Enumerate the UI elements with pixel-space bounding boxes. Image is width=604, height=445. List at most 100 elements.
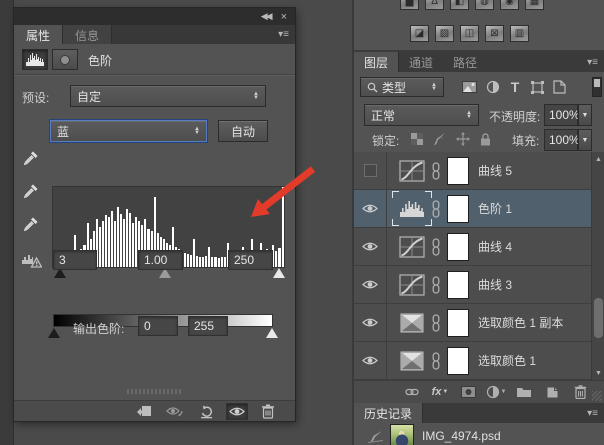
tab-paths[interactable]: 路径 [443, 52, 487, 72]
layer-visibility-toggle[interactable] [354, 228, 387, 265]
adjustment-thumbnail[interactable] [397, 234, 427, 259]
filter-smart-objects-icon[interactable] [550, 78, 568, 96]
layer-row[interactable]: 色阶 1 [354, 190, 593, 228]
layer-visibility-toggle[interactable] [354, 190, 387, 227]
filter-pixel-layers-icon[interactable] [460, 78, 478, 96]
adjustment-preset-invert-icon[interactable]: ◪ [410, 25, 429, 42]
adjustment-preset-selective-color-icon[interactable]: ▥ [510, 25, 529, 42]
fill-dropdown-arrow[interactable]: ▼ [578, 129, 592, 151]
panel-menu-icon[interactable]: ▾≡ [587, 403, 604, 423]
adjustment-preset-photo-filter-icon[interactable]: ◍ [475, 0, 494, 10]
tab-info[interactable]: 信息 [63, 25, 112, 44]
levels-glyph-button[interactable] [22, 49, 48, 70]
refresh-histogram-icon[interactable] [22, 252, 42, 268]
mask-link-icon[interactable] [431, 276, 441, 294]
adjustment-preset-black-white-icon[interactable]: ◧ [450, 0, 469, 10]
opacity-dropdown-arrow[interactable]: ▼ [578, 104, 592, 126]
adjustment-thumbnail[interactable] [397, 272, 427, 297]
new-group-icon[interactable] [512, 383, 536, 401]
dock-resize-grip[interactable] [592, 391, 602, 401]
mask-link-icon[interactable] [431, 352, 441, 370]
layer-mask-thumbnail[interactable] [447, 347, 469, 375]
layer-mask-thumbnail[interactable] [447, 157, 469, 185]
filter-type-layers-icon[interactable]: T [506, 78, 524, 96]
output-highlight-slider[interactable] [266, 328, 278, 338]
black-point-eyedropper-icon[interactable] [20, 148, 40, 168]
layer-visibility-toggle[interactable] [354, 266, 387, 303]
layer-row[interactable]: 选取颜色 1 副本 [354, 304, 593, 342]
layer-name[interactable]: 曲线 4 [478, 238, 512, 255]
panel-menu-icon[interactable]: ▾≡ [587, 52, 604, 72]
output-shadow-field[interactable] [138, 316, 178, 336]
adjustment-thumbnail[interactable] [397, 310, 427, 335]
fill-value-box[interactable]: 100% [544, 129, 578, 151]
tab-properties[interactable]: 属性 [14, 25, 63, 44]
layer-row[interactable]: 选取颜色 1 [354, 342, 593, 380]
adjustment-preset-threshold-icon[interactable]: ◫ [460, 25, 479, 42]
channel-dropdown[interactable]: 蓝 ▲▼ [50, 120, 207, 142]
layer-styles-icon[interactable]: fx▼ [428, 383, 452, 401]
lock-pixels-icon[interactable] [430, 130, 448, 148]
mask-view-button[interactable] [52, 49, 78, 70]
panel-menu-icon[interactable]: ▾≡ [278, 25, 295, 44]
clip-to-layer-icon[interactable] [133, 403, 155, 420]
layer-name[interactable]: 选取颜色 1 副本 [478, 314, 563, 331]
mask-link-icon[interactable] [431, 238, 441, 256]
new-layer-icon[interactable] [540, 383, 564, 401]
adjustment-preset-color-lookup-icon[interactable]: ▦ [525, 0, 544, 10]
white-point-eyedropper-icon[interactable] [20, 214, 40, 234]
filter-shape-layers-icon[interactable] [528, 78, 546, 96]
adjustment-preset-channel-mixer-icon[interactable]: ◉ [500, 0, 519, 10]
toggle-visibility-icon[interactable] [226, 403, 248, 420]
auto-button[interactable]: 自动 [218, 120, 268, 142]
adjustment-thumbnail[interactable] [397, 158, 427, 183]
adjustment-thumbnail[interactable] [397, 196, 427, 221]
history-snapshot-thumbnail[interactable] [390, 424, 414, 445]
delete-layer-icon[interactable] [568, 383, 592, 401]
history-brush-icon[interactable] [366, 428, 384, 444]
layer-row[interactable]: 曲线 4 [354, 228, 593, 266]
layer-visibility-toggle[interactable] [354, 342, 387, 379]
mask-link-icon[interactable] [431, 162, 441, 180]
output-highlight-field[interactable] [188, 316, 228, 336]
lock-transparency-icon[interactable] [408, 130, 426, 148]
layer-mask-thumbnail[interactable] [447, 195, 469, 223]
gray-point-eyedropper-icon[interactable] [20, 181, 40, 201]
adjustment-preset-gradient-map-icon[interactable]: ⊠ [485, 25, 504, 42]
mask-link-icon[interactable] [431, 200, 441, 218]
scroll-up-icon[interactable]: ▲ [592, 153, 604, 165]
filter-toggle-switch[interactable] [592, 77, 602, 97]
layer-name[interactable]: 色阶 1 [478, 200, 512, 217]
link-layers-icon[interactable] [400, 383, 424, 401]
scroll-down-icon[interactable]: ▼ [592, 367, 604, 379]
output-shadow-slider[interactable] [48, 328, 60, 338]
lock-all-icon[interactable] [476, 130, 494, 148]
layers-scrollbar[interactable]: ▲ ▼ [591, 152, 604, 380]
hidden-visibility-well[interactable] [364, 164, 377, 177]
preset-dropdown[interactable]: 自定 ▲▼ [70, 85, 266, 107]
layer-mask-thumbnail[interactable] [447, 309, 469, 337]
panel-resize-grip[interactable] [127, 389, 183, 394]
filter-adjustment-layers-icon[interactable] [484, 78, 502, 96]
highlight-input-field[interactable] [228, 250, 273, 270]
new-adjustment-layer-icon[interactable]: ▼ [484, 383, 508, 401]
delete-adjustment-icon[interactable] [257, 403, 279, 420]
layer-name[interactable]: 曲线 5 [478, 162, 512, 179]
tab-layers[interactable]: 图层 [354, 52, 399, 72]
midtone-input-field[interactable] [138, 250, 183, 270]
scrollbar-thumb[interactable] [594, 298, 603, 338]
adjustment-preset-levels-icon[interactable]: ▆ [400, 0, 419, 10]
highlight-input-slider[interactable] [273, 268, 285, 278]
add-layer-mask-icon[interactable] [456, 383, 480, 401]
opacity-value-box[interactable]: 100% [544, 104, 578, 126]
layer-mask-thumbnail[interactable] [447, 233, 469, 261]
blend-mode-dropdown[interactable]: 正常 ▲▼ [364, 104, 479, 126]
close-panel-icon[interactable]: × [281, 11, 287, 23]
view-previous-state-icon[interactable] [164, 403, 186, 420]
filter-kind-dropdown[interactable]: 类型 ▲▼ [360, 77, 444, 97]
history-entry-row[interactable]: IMG_4974.psd [354, 423, 604, 445]
tab-channels[interactable]: 通道 [399, 52, 443, 72]
reset-adjustment-icon[interactable] [195, 403, 217, 420]
layer-visibility-toggle[interactable] [354, 152, 387, 189]
layer-visibility-toggle[interactable] [354, 304, 387, 341]
